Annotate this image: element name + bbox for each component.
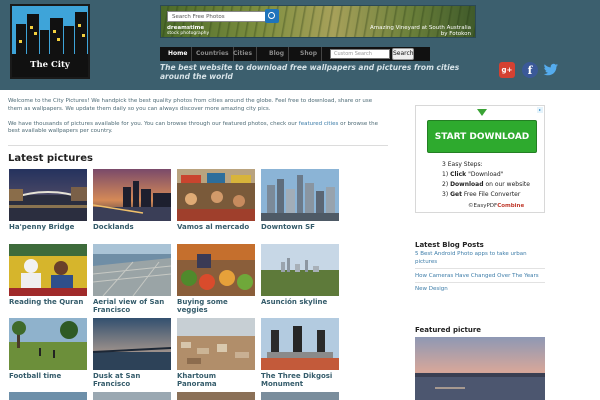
thumb-label[interactable]: Ha'penny Bridge: [9, 223, 89, 231]
site-header: The City Pictures Search Free Photos dre…: [0, 0, 600, 90]
divider: [415, 268, 545, 269]
thumb-partial[interactable]: [9, 392, 87, 400]
thumb-label[interactable]: Buying some veggies: [177, 298, 257, 314]
thumb-three-dikgosi-monument[interactable]: [261, 318, 339, 370]
thumb-label[interactable]: Aerial view of San Francisco: [93, 298, 173, 314]
sidebar-ad[interactable]: ▸ START DOWNLOAD 3 Easy Steps: 1) Click …: [415, 105, 545, 213]
thumb-label[interactable]: Khartoum Panorama: [177, 372, 257, 388]
nav-home[interactable]: Home: [164, 47, 193, 61]
site-search-input[interactable]: Custom Search: [330, 49, 390, 59]
latest-pictures-heading: Latest pictures: [8, 153, 93, 164]
thumb-label[interactable]: Vamos al mercado: [177, 223, 257, 231]
latest-blog-posts-heading: Latest Blog Posts: [415, 241, 484, 249]
thumb-downtown-sf[interactable]: [261, 169, 339, 221]
blog-post-link[interactable]: 5 Best Android Photo apps to take urban …: [415, 251, 545, 266]
google-plus-icon[interactable]: g+: [499, 62, 515, 78]
nav-shop[interactable]: Shop: [296, 47, 323, 61]
thumb-aerial-view-san-francisco[interactable]: [93, 244, 171, 296]
featured-cities-link[interactable]: featured cities: [299, 121, 339, 127]
thumb-label[interactable]: Docklands: [93, 223, 173, 231]
facebook-icon[interactable]: f: [522, 62, 538, 78]
banner-ad[interactable]: Search Free Photos dreamstime stock phot…: [160, 5, 476, 38]
ad-brand: ©EasyPDFCombine: [468, 203, 525, 209]
start-download-button[interactable]: START DOWNLOAD: [427, 120, 537, 153]
nav-countries[interactable]: Countries: [192, 47, 234, 61]
thumb-asuncion-skyline[interactable]: [261, 244, 339, 296]
thumb-label[interactable]: The Three Dikgosi Monument: [261, 372, 341, 388]
blog-post-link[interactable]: New Design: [415, 286, 545, 294]
thumb-khartoum-panorama[interactable]: [177, 318, 255, 370]
intro-paragraph-1: Welcome to the City Pictures! We handpic…: [8, 98, 373, 112]
banner-caption-credit: by Fotokon: [440, 31, 471, 37]
thumb-buying-some-veggies[interactable]: [177, 244, 255, 296]
thumb-label[interactable]: Reading the Quran: [9, 298, 89, 306]
site-tagline: The best website to download free wallpa…: [160, 63, 460, 81]
thumb-partial[interactable]: [261, 392, 339, 400]
ad-arrow-icon: [477, 109, 487, 116]
twitter-icon[interactable]: [543, 62, 559, 78]
thumb-dusk-at-san-francisco[interactable]: [93, 318, 171, 370]
banner-search-icon[interactable]: [265, 9, 279, 23]
featured-picture-image[interactable]: [415, 337, 545, 400]
divider: [8, 145, 388, 146]
ad-steps-title: 3 Easy Steps:: [442, 161, 483, 168]
site-logo[interactable]: The City Pictures: [10, 4, 90, 79]
site-search-button[interactable]: Search: [392, 48, 414, 60]
intro-text: Welcome to the City Pictures! We handpic…: [8, 98, 388, 143]
nav-cities[interactable]: Cities: [229, 47, 258, 61]
thumb-vamos-al-mercado[interactable]: [177, 169, 255, 221]
thumb-partial[interactable]: [93, 392, 171, 400]
thumb-football-time[interactable]: [9, 318, 87, 370]
banner-search-input[interactable]: Search Free Photos: [167, 11, 277, 22]
logo-text: The City Pictures: [12, 54, 88, 77]
featured-picture-heading: Featured picture: [415, 326, 482, 334]
thumb-partial[interactable]: [177, 392, 255, 400]
thumb-label[interactable]: Football time: [9, 372, 89, 380]
thumb-reading-the-quran[interactable]: [9, 244, 87, 296]
divider: [415, 282, 545, 283]
banner-brand-sub: stock photography: [167, 31, 210, 36]
nav-blog[interactable]: Blog: [265, 47, 290, 61]
ad-choices-icon[interactable]: ▸: [537, 107, 543, 113]
intro-paragraph-2: We have thousands of pictures available …: [8, 120, 379, 135]
thumb-hapenny-bridge[interactable]: [9, 169, 87, 221]
thumb-label[interactable]: Dusk at San Francisco: [93, 372, 173, 388]
thumb-label[interactable]: Asunción skyline: [261, 298, 341, 306]
blog-post-link[interactable]: How Cameras Have Changed Over The Years: [415, 273, 545, 281]
thumb-label[interactable]: Downtown SF: [261, 223, 341, 231]
thumb-docklands[interactable]: [93, 169, 171, 221]
